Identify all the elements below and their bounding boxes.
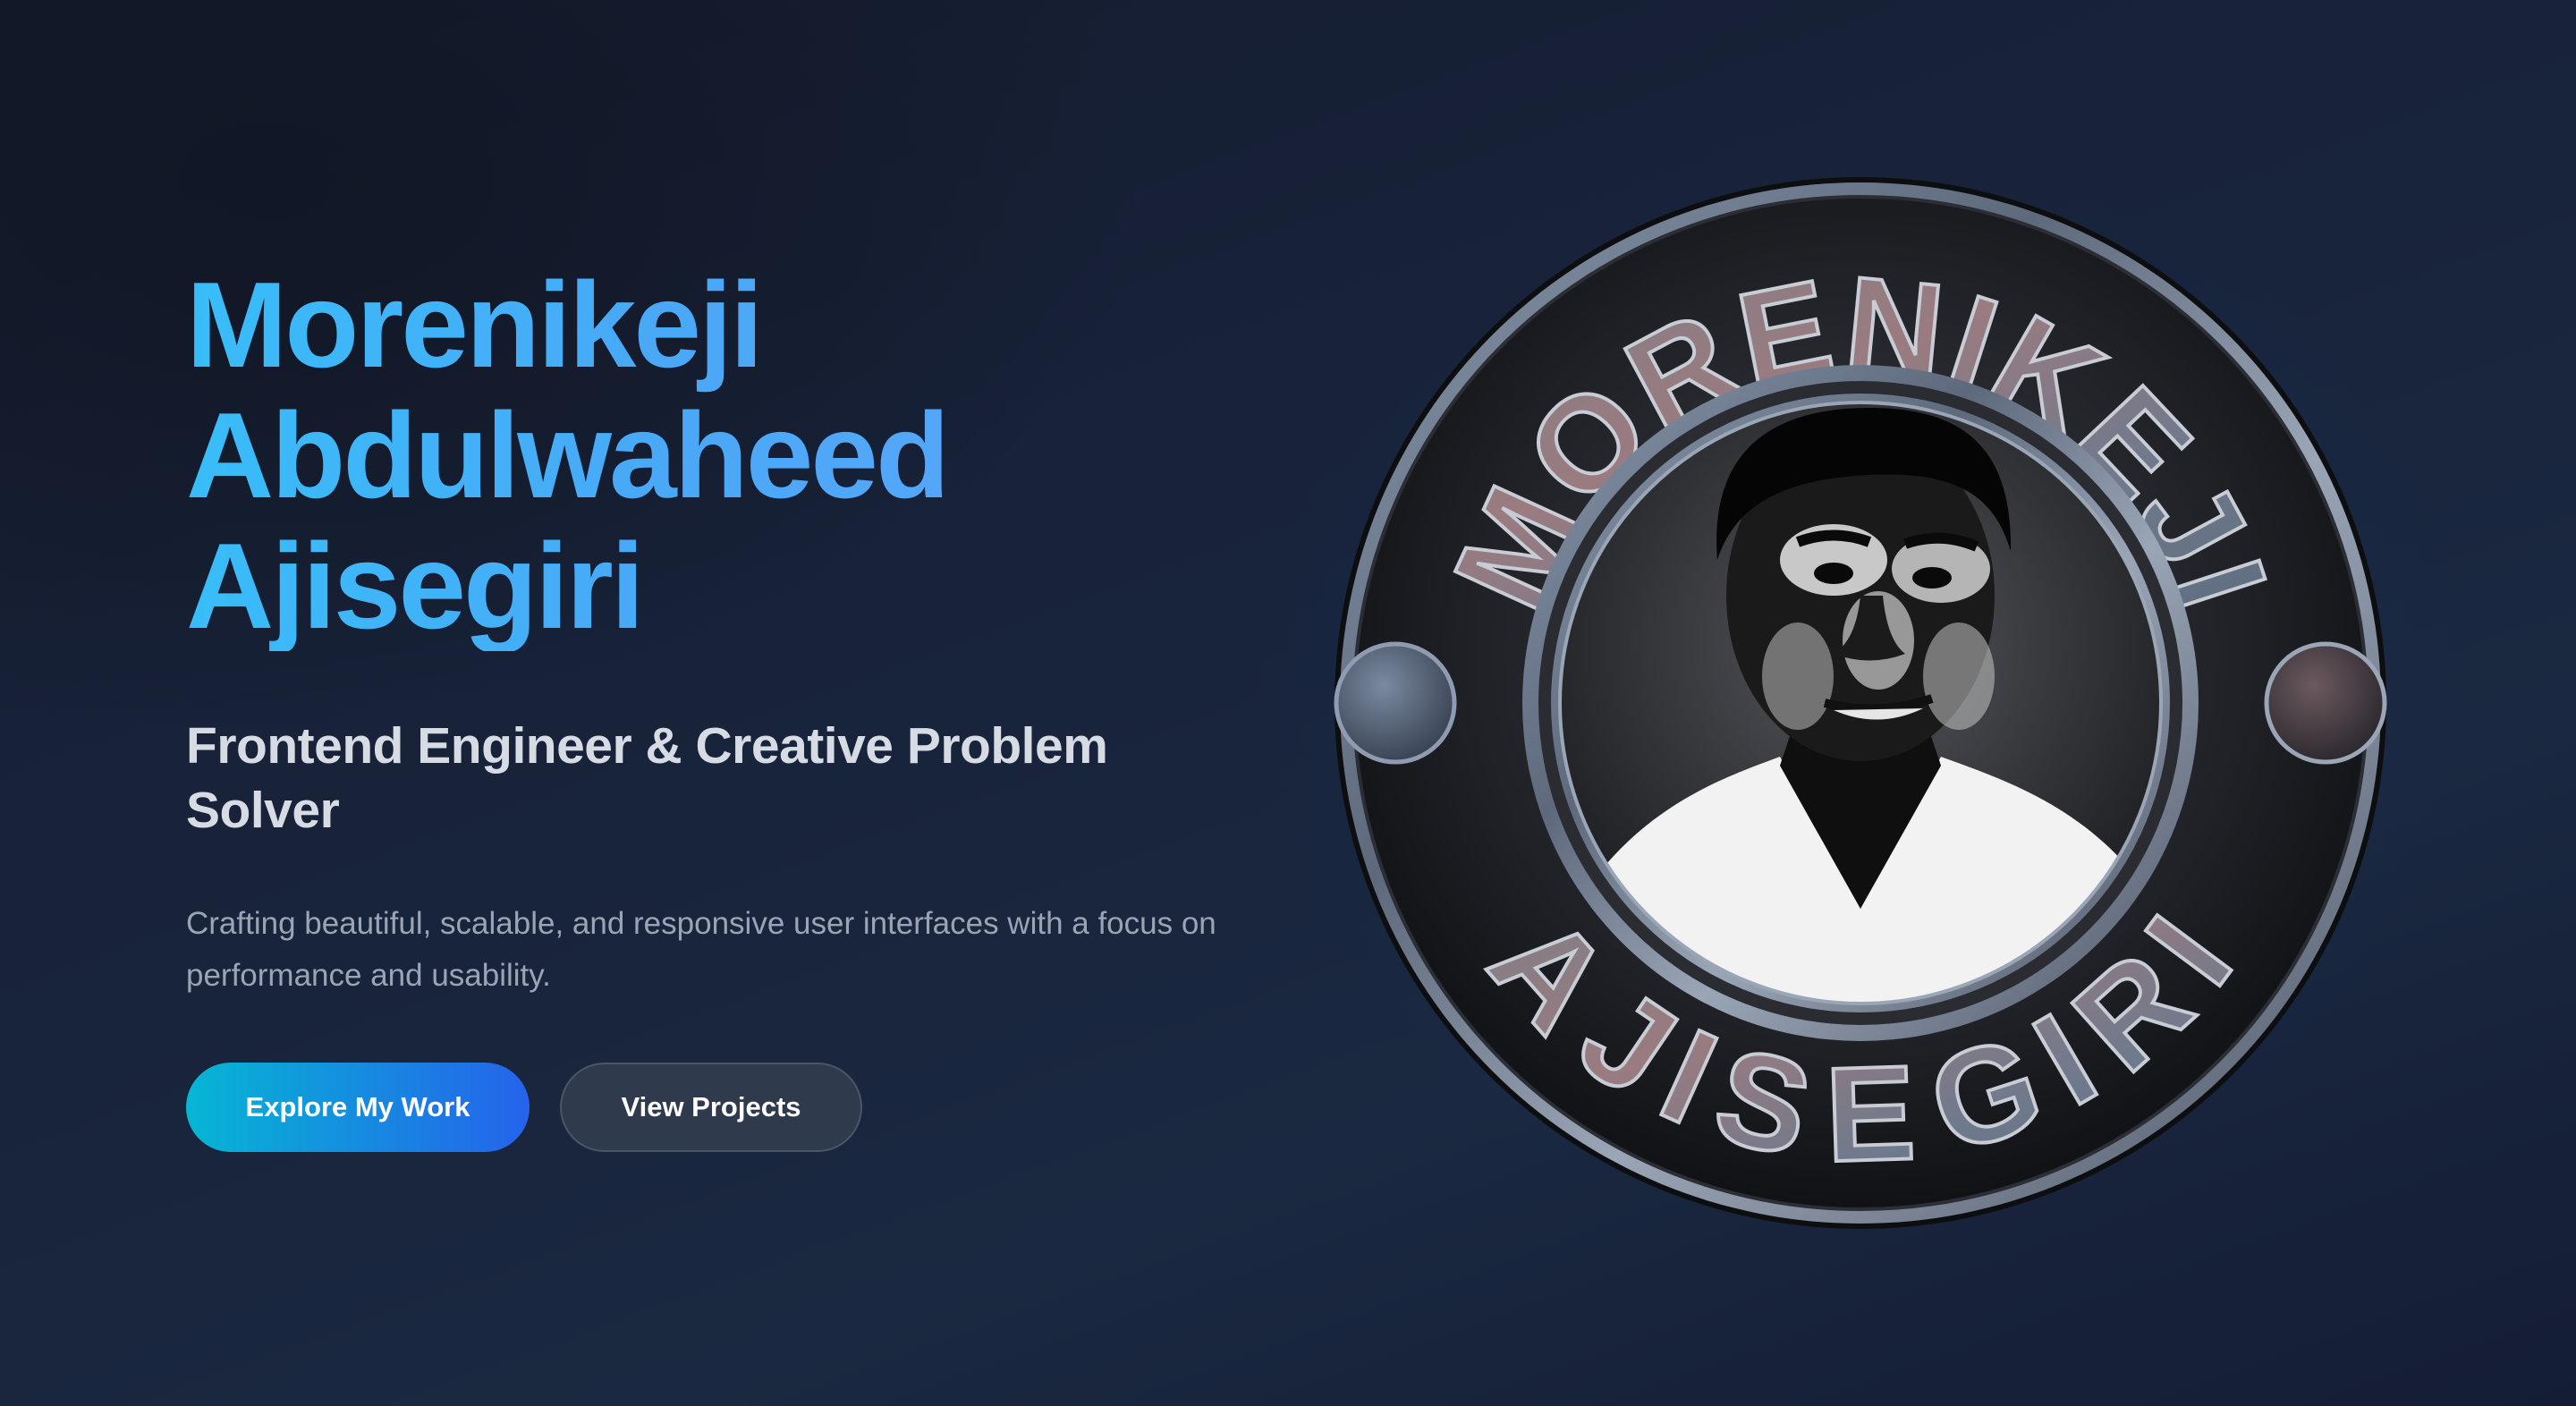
hero-name-line-1: Morenikeji <box>186 257 761 393</box>
hero-actions: Explore My Work View Projects <box>186 1063 1259 1152</box>
profile-emblem: MORENIKEJI AJISEGIRI <box>1333 175 2388 1231</box>
emblem-left-dot <box>1334 641 1457 765</box>
explore-my-work-button[interactable]: Explore My Work <box>186 1063 530 1152</box>
hero-name-line-2: Abdulwaheed <box>186 387 948 523</box>
hero-text-column: Morenikeji Abdulwaheed Ajisegiri Fronten… <box>186 259 1259 1152</box>
hero-description: Crafting beautiful, scalable, and respon… <box>186 906 1216 993</box>
hero-subtitle: Frontend Engineer & Creative Problem Sol… <box>186 717 1108 839</box>
hero-name-heading: Morenikeji Abdulwaheed Ajisegiri <box>186 259 1259 651</box>
emblem-right-dot <box>2264 641 2387 765</box>
view-projects-button[interactable]: View Projects <box>560 1063 862 1152</box>
hero-name-line-3: Ajisegiri <box>186 518 642 654</box>
emblem-graphic: MORENIKEJI AJISEGIRI <box>1334 177 2387 1229</box>
